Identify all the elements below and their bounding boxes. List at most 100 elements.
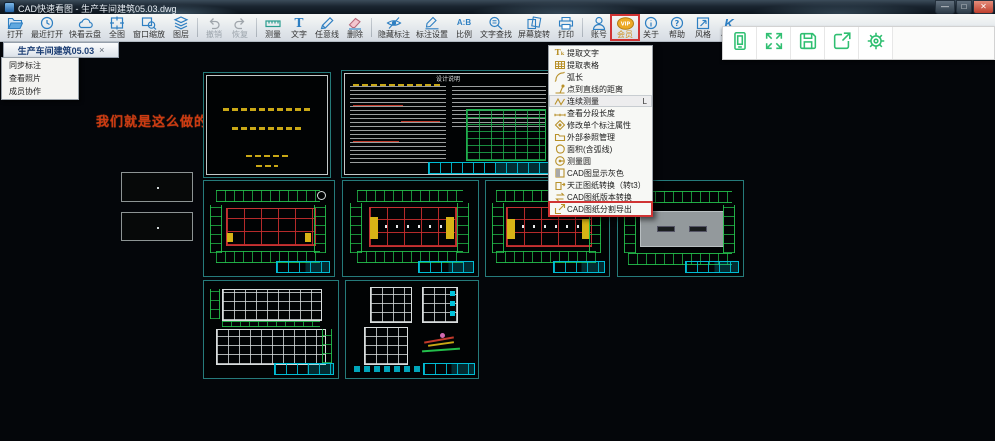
menu-item-member-collab[interactable]: 成员协作 — [2, 85, 78, 98]
eye-slash-icon — [386, 16, 402, 30]
toolbar-button-account[interactable]: 账号 — [586, 15, 612, 40]
toolbar-button-vip[interactable]: VIP 会员 — [612, 15, 638, 40]
toolbar-button-redo[interactable]: 恢复 — [227, 15, 253, 40]
tab-close-icon[interactable]: × — [99, 46, 104, 55]
menu-item-version-convert[interactable]: CAD图纸版本转换 — [549, 191, 652, 203]
undo-icon — [206, 16, 222, 30]
overlay-button-fullscreen[interactable] — [757, 27, 791, 59]
toolbar-separator — [256, 18, 257, 37]
toolbar-button-measure[interactable]: 测量 — [260, 15, 286, 40]
drawing-graphic — [507, 219, 515, 239]
arc-length-icon — [552, 71, 567, 83]
toolbar-button-about[interactable]: 关于 — [638, 15, 664, 40]
toolbar-button-label: 帮助 — [669, 30, 685, 39]
menu-item-continuous-measure[interactable]: 连续测量 L — [549, 95, 652, 107]
toolbar-button-style[interactable]: 风格 — [690, 15, 716, 40]
toolbar-button-recent[interactable]: 最近打开 — [28, 15, 66, 40]
menu-item-label: 连续测量 — [567, 96, 599, 107]
toolbar-button-cloud-drive[interactable]: 快看云盘 — [66, 15, 104, 40]
point-to-line-icon — [552, 83, 567, 95]
drawing-graphic — [657, 226, 675, 232]
cad-frame-sections — [345, 280, 479, 379]
notes-page-title: 设计说明 — [342, 74, 554, 83]
menu-item-extract-table[interactable]: 提取表格 — [549, 59, 652, 71]
section-graphic — [370, 287, 412, 323]
menu-item-edit-dim[interactable]: 修改单个标注属性 — [549, 119, 652, 131]
menu-item-tz-convert[interactable]: 天正图纸转换（转t3） — [549, 179, 652, 191]
drawing-graphic — [446, 217, 454, 239]
maximize-button[interactable]: □ — [956, 0, 972, 14]
drawing-graphic — [256, 165, 279, 167]
close-button[interactable]: ✕ — [973, 0, 994, 14]
toolbar-button-rotate-screen[interactable]: 屏幕旋转 — [515, 15, 553, 40]
document-tab[interactable]: 生产车间建筑05.03 × — [3, 42, 119, 58]
clock-icon — [39, 16, 55, 30]
toolbar-button-freeline[interactable]: 任意线 — [312, 15, 342, 40]
dimension-lines-graphic — [492, 203, 504, 253]
toolbar-separator — [371, 18, 372, 37]
toolbar-button-open[interactable]: 打开 — [2, 15, 28, 40]
menu-item-measure-circle[interactable]: 测量圆 — [549, 155, 652, 167]
toolbar-button-find-text[interactable]: 文字查找 — [477, 15, 515, 40]
toolbar-button-label: 文字查找 — [480, 30, 512, 39]
dimension-lines-graphic — [322, 329, 332, 363]
toolbar-button-print[interactable]: 打印 — [553, 15, 579, 40]
menu-item-label: 提取表格 — [567, 60, 599, 71]
drawing-graphic — [450, 291, 455, 296]
toolbar-button-label: 删除 — [347, 30, 363, 39]
cad-frame-floor-plan-2 — [342, 180, 479, 277]
overlay-button-settings[interactable] — [859, 27, 893, 59]
toolbar-button-hide-dims[interactable]: 隐藏标注 — [375, 15, 413, 40]
drawing-graphic — [232, 127, 303, 130]
toolbar-button-undo[interactable]: 撤销 — [201, 15, 227, 40]
minimize-button[interactable]: — — [935, 0, 955, 14]
menu-item-area[interactable]: 面积(含弧线) — [549, 143, 652, 155]
drawing-graphic — [374, 225, 451, 228]
toolbar-button-window-zoom[interactable]: 窗口缩放 — [130, 15, 168, 40]
window-zoom-icon — [141, 16, 157, 30]
info-icon — [643, 16, 659, 30]
menu-item-extract-text[interactable]: Tk 提取文字 — [549, 47, 652, 59]
tab-label: 生产车间建筑05.03 — [18, 44, 95, 57]
menu-item-label: 点到直线的距离 — [567, 84, 623, 95]
toolbar-button-layers[interactable]: 图层 — [168, 15, 194, 40]
canvas-slogan-text: 我们就是这么做的 — [96, 111, 208, 130]
small-rect-graphic — [121, 212, 193, 241]
toolbar-button-scale[interactable]: A:B 比例 — [451, 15, 477, 40]
tz-convert-icon — [552, 179, 567, 191]
toolbar-button-full-extent[interactable]: 全图 — [104, 15, 130, 40]
drawing-graphic — [353, 105, 404, 106]
menu-item-view-photos[interactable]: 查看照片 — [2, 72, 78, 85]
title-block-graphic — [553, 261, 605, 273]
toolbar-button-help[interactable]: ? 帮助 — [664, 15, 690, 40]
menu-item-sync-annotation[interactable]: 同步标注 — [2, 59, 78, 72]
menu-item-gray-display[interactable]: CAD图显示灰色 — [549, 167, 652, 179]
overlay-button-share[interactable] — [825, 27, 859, 59]
quick-context-menu: 同步标注 查看照片 成员协作 — [1, 57, 79, 100]
toolbar-button-dim-settings[interactable]: 标注设置 — [413, 15, 451, 40]
drawing-graphic — [440, 333, 445, 338]
overlay-button-save[interactable] — [791, 27, 825, 59]
menu-item-label: 修改单个标注属性 — [567, 120, 631, 131]
toolbar-button-text[interactable]: T 文字 — [286, 15, 312, 40]
continuous-measure-icon — [552, 95, 567, 107]
overlay-button-device[interactable] — [723, 27, 757, 59]
menu-item-split-export[interactable]: CAD图纸分割导出 — [549, 203, 652, 215]
elevation-graphic — [216, 329, 326, 365]
toolbar-button-label: 文字 — [291, 30, 307, 39]
menu-item-label: CAD图纸版本转换 — [567, 192, 632, 203]
menu-item-arc-length[interactable]: 弧长 — [549, 71, 652, 83]
elevation-graphic — [222, 289, 322, 321]
drawing-graphic — [450, 301, 455, 306]
drawing-graphic — [450, 311, 455, 316]
toolbar-button-label: 最近打开 — [31, 30, 63, 39]
menu-item-xref-manage[interactable]: 外部参照管理 — [549, 131, 652, 143]
drawing-graphic — [689, 226, 707, 232]
window-title: CAD快速看图 - 生产车间建筑05.03.dwg — [18, 2, 177, 15]
dim-settings-icon — [424, 16, 440, 30]
title-bar: CAD快速看图 - 生产车间建筑05.03.dwg — □ ✕ — [0, 0, 995, 14]
menu-item-segment-length[interactable]: 查看分段长度 — [549, 107, 652, 119]
toolbar-button-delete[interactable]: 删除 — [342, 15, 368, 40]
toolbar-button-label: 隐藏标注 — [378, 30, 410, 39]
menu-item-point-to-line[interactable]: 点到直线的距离 — [549, 83, 652, 95]
